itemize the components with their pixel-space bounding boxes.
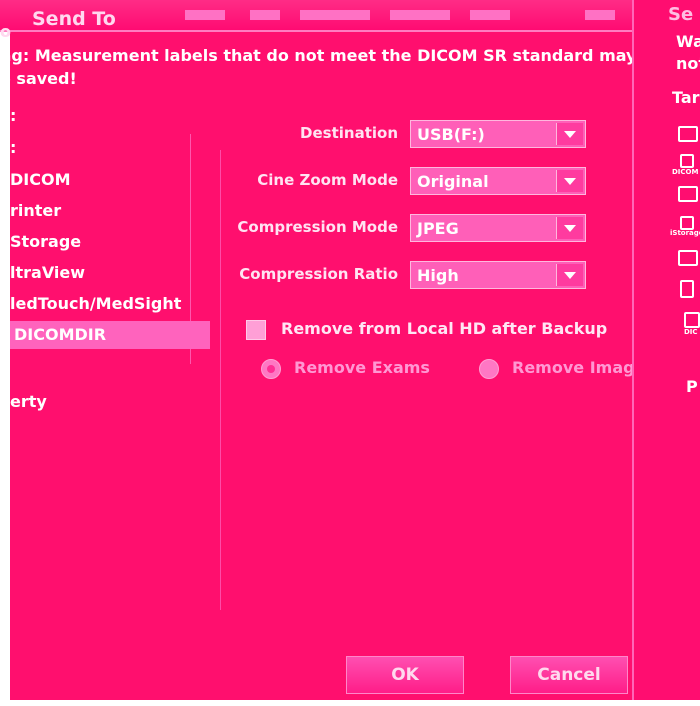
warning-line-2: e saved! (0, 69, 77, 88)
list-header-stub-2: : (10, 138, 17, 157)
device-icon (680, 280, 694, 298)
storage-icon (680, 216, 694, 230)
title-glitch-1 (185, 10, 225, 20)
warning-line-1: ng: Measurement labels that do not meet … (0, 46, 637, 65)
dicomdir-icon-label: DIC (684, 328, 698, 336)
dialog-title: Send To (32, 8, 116, 30)
chevron-down-icon[interactable] (556, 170, 583, 192)
compression-ratio-combo[interactable]: High (410, 261, 586, 289)
destination-combo[interactable]: USB(F:) (410, 120, 586, 148)
destination-label: Destination (300, 124, 398, 142)
left-edge (0, 0, 10, 706)
list-item-dicom[interactable]: DICOM (10, 166, 206, 194)
compression-ratio-label: Compression Ratio (239, 265, 398, 283)
chevron-down-icon[interactable] (556, 264, 583, 286)
right-p-stub: P (686, 377, 698, 396)
ok-button[interactable]: OK (346, 656, 464, 694)
list-item-printer[interactable]: rinter (10, 197, 206, 225)
list-header-stub-1: : (10, 106, 17, 125)
dicom-icon-label: DICOM (672, 168, 699, 176)
remove-local-checkbox[interactable] (246, 320, 266, 340)
chevron-down-icon[interactable] (556, 123, 583, 145)
title-glitch-3 (300, 10, 370, 20)
title-glitch-6 (585, 10, 615, 20)
list-item-medtouch[interactable]: ledTouch/MedSight (10, 290, 206, 318)
laptop-icon (678, 250, 698, 266)
remove-images-radio[interactable] (479, 359, 499, 379)
destination-value: USB(F:) (417, 125, 485, 144)
list-footer-property[interactable]: erty (10, 388, 206, 416)
list-item-ultraview[interactable]: ltraView (10, 259, 206, 287)
cine-zoom-label: Cine Zoom Mode (257, 171, 398, 189)
right-line-2: not (676, 54, 700, 73)
cine-zoom-value: Original (417, 172, 489, 191)
right-background-panel: Se Wa not Tar DICOM iStorage DIC P (632, 0, 700, 706)
dicomdir-icon (684, 312, 700, 328)
compression-mode-value: JPEG (417, 219, 459, 238)
right-title-stub: Se (668, 4, 694, 25)
title-glitch-4 (390, 10, 450, 20)
cancel-button[interactable]: Cancel (510, 656, 628, 694)
storage-icon-label: iStorage (670, 229, 700, 237)
usb-icon (678, 126, 698, 142)
dialog-titlebar: o Send To (0, 0, 660, 41)
compression-ratio-value: High (417, 266, 459, 285)
printer-icon (678, 186, 698, 202)
remove-local-label: Remove from Local HD after Backup (281, 319, 608, 338)
dicom-icon (680, 154, 694, 168)
destination-list: : : DICOM rinter Storage ltraView ledTou… (10, 106, 210, 411)
list-item-storage[interactable]: Storage (10, 228, 206, 256)
remove-exams-radio[interactable] (261, 359, 281, 379)
radio-dot (267, 365, 275, 373)
cine-zoom-combo[interactable]: Original (410, 167, 586, 195)
right-line-1: Wa (676, 32, 700, 51)
title-glitch-5 (470, 10, 510, 20)
bottom-edge (10, 700, 700, 706)
compression-mode-label: Compression Mode (237, 218, 398, 236)
title-stub: o (0, 22, 11, 41)
chevron-down-icon[interactable] (556, 217, 583, 239)
list-item-dicomdir[interactable]: DICOMDIR (10, 321, 210, 349)
title-glitch-2 (250, 10, 280, 20)
warning-message: ng: Measurement labels that do not meet … (0, 44, 640, 90)
compression-mode-combo[interactable]: JPEG (410, 214, 586, 242)
remove-exams-label: Remove Exams (294, 358, 430, 377)
right-target-label: Tar (672, 88, 700, 107)
